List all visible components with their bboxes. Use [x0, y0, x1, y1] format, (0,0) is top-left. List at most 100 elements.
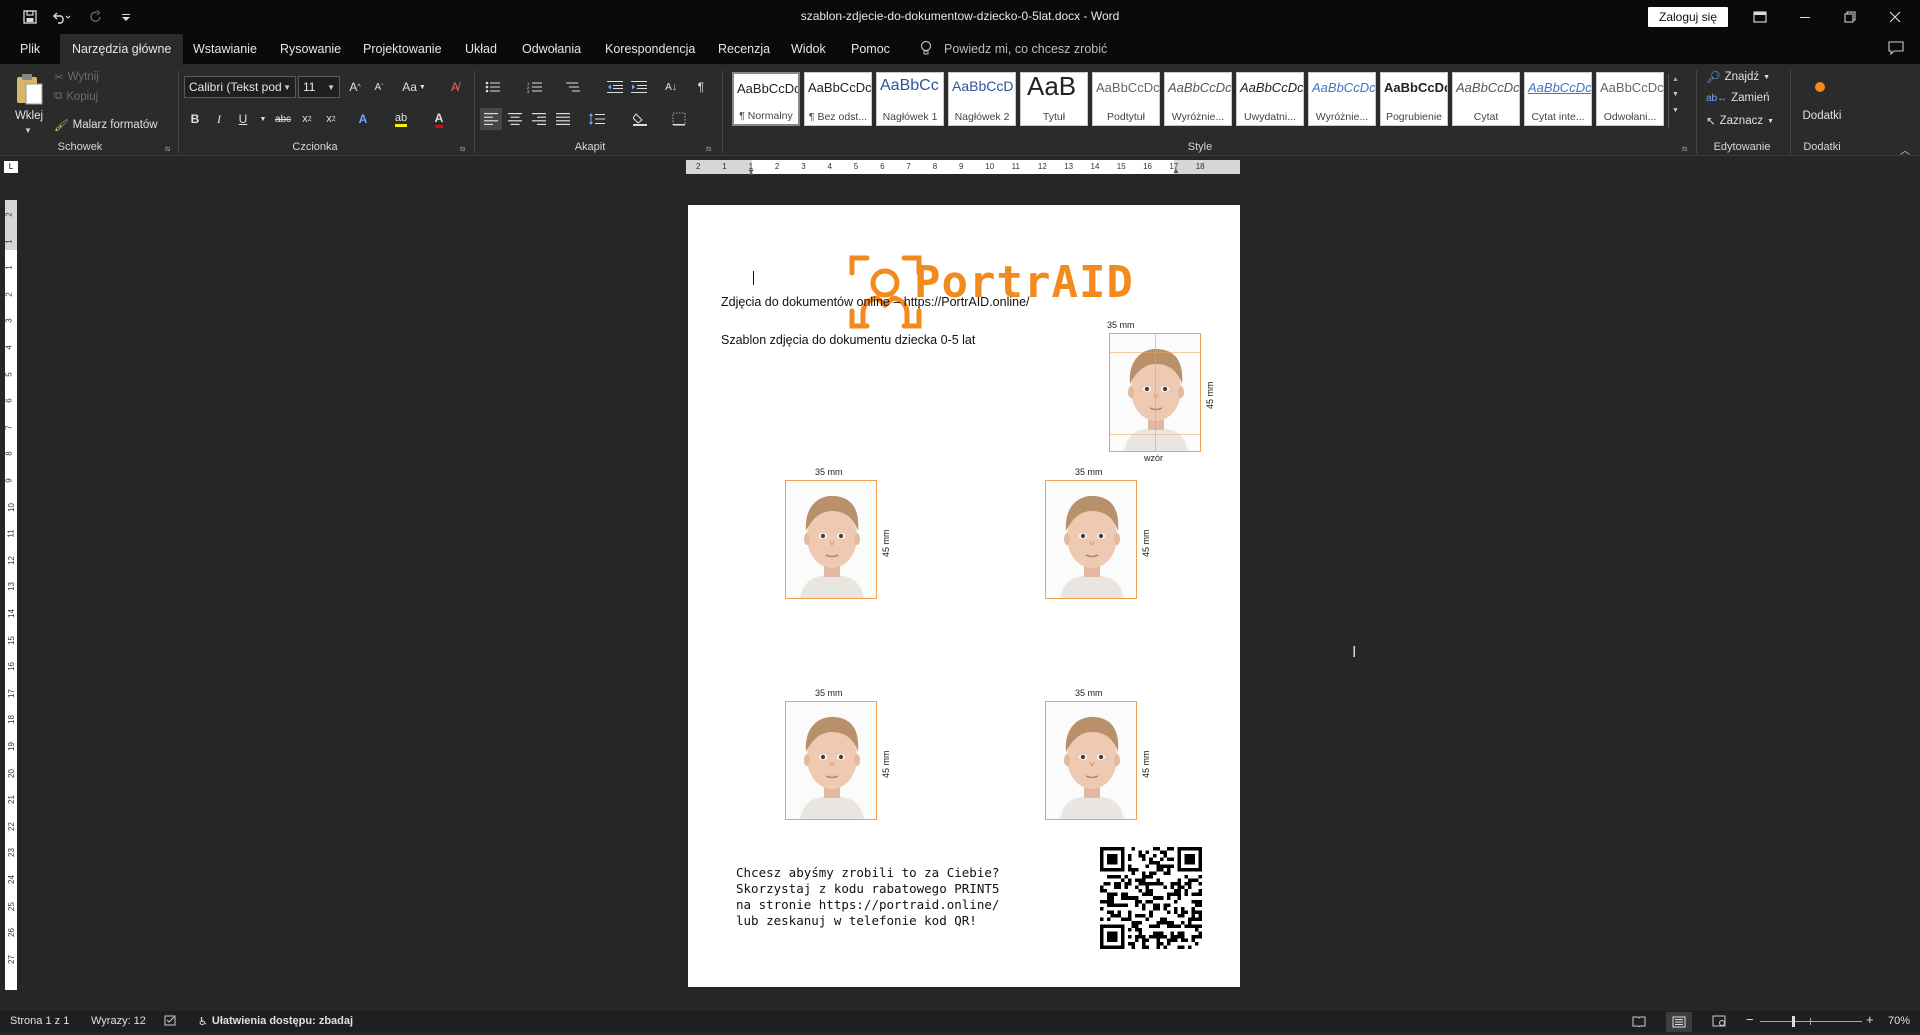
underline-button[interactable]: U [232, 108, 254, 130]
passport-photo-1[interactable] [785, 480, 877, 599]
highlight-color-icon[interactable]: ab [390, 108, 412, 130]
tab-insert[interactable]: Wstawianie [181, 34, 269, 64]
change-case-button[interactable]: Aa ▼ [398, 76, 430, 98]
zoom-slider-thumb[interactable] [1792, 1016, 1795, 1027]
tab-draw[interactable]: Rysowanie [268, 34, 353, 64]
format-painter-button[interactable]: 🖌 Malarz formatów [54, 118, 158, 132]
style-emphasis[interactable]: AaBbCcDc Uwydatni... [1236, 72, 1304, 126]
collapse-ribbon-icon[interactable]: ︿ [1900, 142, 1910, 157]
style-intense-emphasis[interactable]: AaBbCcDc Wyróżnie... [1308, 72, 1376, 126]
strikethrough-button[interactable]: abc [272, 108, 294, 130]
tab-review[interactable]: Recenzja [706, 34, 782, 64]
tab-design[interactable]: Projektowanie [351, 34, 454, 64]
style-strong[interactable]: AaBbCcDc Pogrubienie [1380, 72, 1448, 126]
clear-formatting-icon[interactable]: A̸ [444, 76, 466, 98]
tab-help[interactable]: Pomoc [839, 34, 902, 64]
passport-photo-3[interactable] [785, 701, 877, 820]
style-intense-quote[interactable]: AaBbCcDc Cytat inte... [1524, 72, 1592, 126]
copy-button[interactable]: ⧉ Kopiuj [54, 90, 98, 103]
close-icon[interactable] [1873, 4, 1917, 30]
text-effects-icon[interactable]: A [352, 108, 374, 130]
tell-me-search[interactable]: Powiedz mi, co chcesz zrobić [920, 34, 1107, 64]
style-subtle-emphasis[interactable]: AaBbCcDc Wyróżnie... [1164, 72, 1232, 126]
shrink-font-button[interactable]: Aˇ [368, 76, 390, 98]
italic-button[interactable]: I [208, 108, 230, 130]
comments-icon[interactable] [1888, 41, 1904, 60]
subscript-button[interactable]: x2 [296, 108, 318, 130]
passport-photo-4[interactable] [1045, 701, 1137, 820]
indent-marker[interactable]: ⧗ [748, 167, 754, 178]
multilevel-list-icon[interactable] [562, 76, 584, 98]
more-styles-icon[interactable]: ⯆ [1669, 106, 1682, 116]
zoom-slider[interactable] [1760, 1021, 1862, 1022]
zoom-level[interactable]: 70% [1888, 1015, 1910, 1027]
tab-layout[interactable]: Układ [453, 34, 509, 64]
tab-stop-selector[interactable]: L [4, 161, 18, 173]
web-layout-icon[interactable] [1712, 1015, 1726, 1030]
style-subtitle[interactable]: AaBbCcDc Podtytuł [1092, 72, 1160, 126]
grow-font-button[interactable]: A ^ [344, 76, 366, 98]
word-count[interactable]: Wyrazy: 12 [91, 1015, 146, 1027]
sample-photo[interactable] [1109, 333, 1201, 452]
select-button[interactable]: ↖ Zaznacz ▼ [1706, 114, 1774, 128]
bold-button[interactable]: B [184, 108, 206, 130]
chevron-down-icon[interactable]: ▼ [252, 108, 274, 130]
justify-icon[interactable] [552, 108, 574, 130]
addins-button[interactable]: Dodatki [1798, 70, 1846, 134]
style-title[interactable]: AaB Tytuł [1020, 72, 1088, 126]
tab-file[interactable]: Plik [8, 34, 52, 64]
shading-icon[interactable] [630, 108, 652, 130]
font-name-combo[interactable]: Calibri (Tekst pod ▼ [184, 76, 296, 98]
bullets-icon[interactable] [482, 76, 504, 98]
minimize-icon[interactable] [1783, 4, 1827, 30]
borders-icon[interactable] [668, 108, 690, 130]
print-layout-icon[interactable] [1666, 1012, 1692, 1032]
show-formatting-icon[interactable]: ¶ [690, 76, 712, 98]
sort-icon[interactable]: A↓ [660, 76, 682, 98]
dialog-launcher-icon[interactable]: ⧅ [165, 144, 170, 154]
superscript-button[interactable]: x2 [320, 108, 342, 130]
align-right-icon[interactable] [528, 108, 550, 130]
tab-mailings[interactable]: Korespondencja [593, 34, 707, 64]
style-normal[interactable]: AaBbCcDc ¶ Normalny [732, 72, 800, 126]
align-center-icon[interactable] [504, 108, 526, 130]
font-color-icon[interactable]: A [428, 108, 450, 130]
restore-icon[interactable] [1828, 4, 1872, 30]
style-quote[interactable]: AaBbCcDc Cytat [1452, 72, 1520, 126]
right-indent-marker[interactable]: ▲ [1172, 166, 1180, 175]
decrease-indent-icon[interactable] [604, 76, 626, 98]
accessibility-button[interactable]: ♿︎ Ułatwienia dostępu: zbadaj [198, 1015, 353, 1028]
tab-home[interactable]: Narzędzia główne [60, 34, 184, 64]
find-button[interactable]: 🔎︎ Znajdź ▼ [1706, 70, 1770, 84]
paste-button[interactable]: Wklej ▼ [12, 70, 46, 135]
document-page[interactable]: PortrAID Zdjęcia do dokumentów online – … [688, 205, 1240, 987]
zoom-out-button[interactable]: − [1746, 1012, 1754, 1027]
font-size-combo[interactable]: 11 ▼ [298, 76, 340, 98]
zoom-in-button[interactable]: + [1866, 1012, 1874, 1027]
cut-button[interactable]: ✂ Wytnij [54, 70, 99, 84]
style-subtle-reference[interactable]: AaBbCcDc Odwołani... [1596, 72, 1664, 126]
dialog-launcher-icon[interactable]: ⧅ [706, 144, 711, 154]
passport-photo-2[interactable] [1045, 480, 1137, 599]
tab-view[interactable]: Widok [779, 34, 838, 64]
styles-scroll[interactable]: ▲ ▼ ⯆ [1668, 74, 1682, 128]
line-spacing-icon[interactable] [586, 108, 608, 130]
numbering-icon[interactable]: 123 [524, 76, 546, 98]
page-count[interactable]: Strona 1 z 1 [10, 1015, 69, 1027]
ribbon-display-options-icon[interactable] [1738, 4, 1782, 30]
dialog-launcher-icon[interactable]: ⧅ [1682, 144, 1687, 154]
dialog-launcher-icon[interactable]: ⧅ [460, 144, 465, 154]
horizontal-ruler[interactable]: 2 1 1 2 3 4 5 6 7 8 9 10 11 12 13 14 15 16 17 18 ⧗ ▲ [686, 160, 1240, 177]
sign-in-button[interactable]: Zaloguj się [1648, 7, 1728, 27]
increase-indent-icon[interactable] [628, 76, 650, 98]
align-left-icon[interactable] [480, 108, 502, 130]
vertical-ruler[interactable]: 2 1 1 2 3 4 5 6 7 8 9 10 11 12 13 14 15 16 17 18 19 20 21 22 23 2… [5, 200, 17, 990]
qr-code[interactable] [1100, 847, 1202, 949]
tab-references[interactable]: Odwołania [510, 34, 593, 64]
style-heading-1[interactable]: AaBbCc Nagłówek 1 [876, 72, 944, 126]
replace-button[interactable]: ab↔ Zamień [1706, 92, 1769, 104]
read-mode-icon[interactable] [1632, 1015, 1646, 1030]
proofing-icon[interactable] [164, 1015, 178, 1030]
style-heading-2[interactable]: AaBbCcD Nagłówek 2 [948, 72, 1016, 126]
style-no-spacing[interactable]: AaBbCcDc ¶ Bez odst... [804, 72, 872, 126]
